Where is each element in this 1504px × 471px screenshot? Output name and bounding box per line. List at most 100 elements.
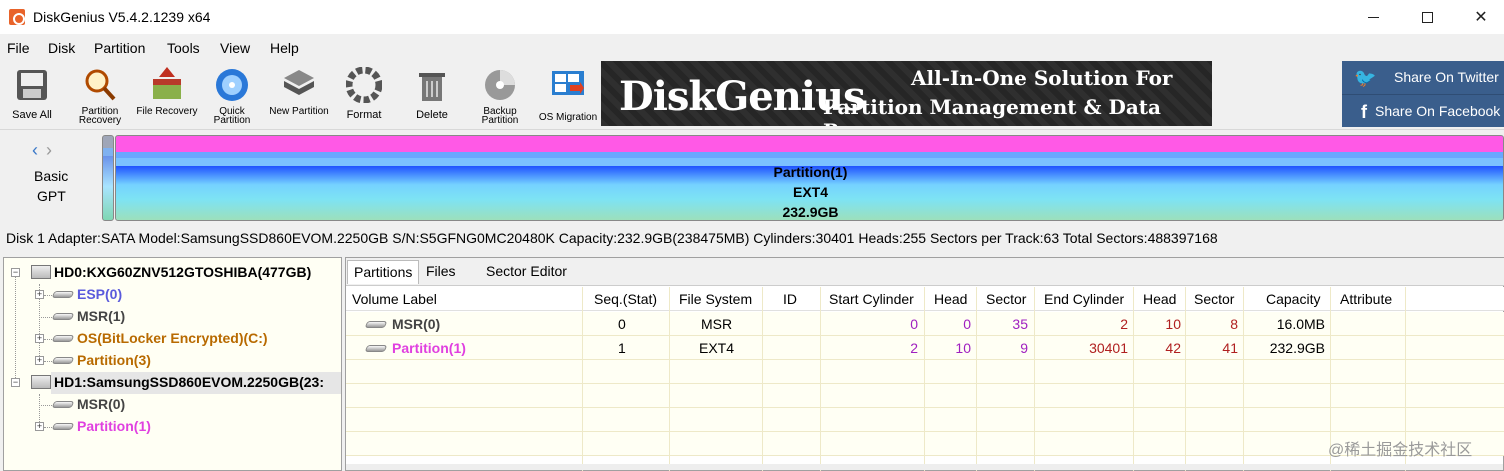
partition-block-name: Partition(1)	[773, 164, 848, 180]
expand-esp-icon[interactable]: +	[35, 290, 44, 299]
partition-recovery-button[interactable]: Partition Recovery	[68, 63, 132, 126]
disk-nav: ‹ ›	[32, 140, 52, 161]
minimize-icon	[1367, 16, 1379, 18]
quick-partition-icon	[216, 69, 248, 101]
delete-button[interactable]: Delete	[400, 63, 464, 125]
tree-hd1[interactable]: HD1:SamsungSSD860EVOM.2250GB(23:	[54, 374, 324, 390]
banner-tagline-2: Partition Management & Data Recovery	[823, 95, 1161, 126]
next-disk-icon[interactable]: ›	[46, 140, 52, 160]
col-start-cylinder[interactable]: Start Cylinder	[829, 291, 914, 307]
row-start-cylinder: 2	[910, 340, 918, 356]
menu-view[interactable]: View	[220, 40, 250, 56]
disk-map: ‹ › Basic GPT Partition(1) EXT4 232.9GB	[0, 129, 1504, 226]
menu-bar: File Disk Partition Tools View Help	[0, 37, 1504, 59]
menu-partition[interactable]: Partition	[94, 40, 145, 56]
col-end-cylinder[interactable]: End Cylinder	[1044, 291, 1124, 307]
twitter-icon: 🐦	[1354, 68, 1377, 88]
col-volume-label[interactable]: Volume Label	[352, 291, 437, 307]
partition-block[interactable]: Partition(1) EXT4 232.9GB	[115, 135, 1504, 221]
menu-tools[interactable]: Tools	[167, 40, 200, 56]
close-button[interactable]: ✕	[1454, 0, 1504, 34]
expand-partition3-icon[interactable]: +	[35, 356, 44, 365]
partition-icon	[364, 321, 388, 328]
tab-files[interactable]: Files	[420, 260, 462, 284]
tree-hd1-msr[interactable]: MSR(0)	[77, 396, 125, 412]
expand-hd1-partition1-icon[interactable]: +	[35, 422, 44, 431]
row-head: 10	[955, 340, 971, 356]
msr-partition-block[interactable]	[102, 135, 114, 221]
col-seq[interactable]: Seq.(Stat)	[594, 291, 657, 307]
file-recovery-icon	[153, 67, 181, 99]
save-all-icon	[17, 70, 47, 100]
partition-icon	[51, 313, 75, 320]
new-partition-icon	[284, 70, 314, 95]
tab-partitions[interactable]: Partitions	[347, 260, 420, 284]
col-capacity[interactable]: Capacity	[1266, 291, 1320, 307]
col-id[interactable]: ID	[783, 291, 797, 307]
share-twitter-label: Share On Twitter	[1394, 69, 1499, 85]
os-migration-button[interactable]: OS Migration	[536, 63, 600, 125]
tree-hd1-partition1[interactable]: Partition(1)	[77, 418, 151, 434]
quick-partition-button[interactable]: Quick Partition	[200, 63, 264, 126]
window-title: DiskGenius V5.4.2.1239 x64	[33, 9, 211, 25]
facebook-icon: f	[1361, 102, 1367, 122]
partition-icon	[51, 357, 75, 364]
prev-disk-icon[interactable]: ‹	[32, 140, 38, 160]
col-attribute[interactable]: Attribute	[1340, 291, 1392, 307]
new-partition-button[interactable]: New Partition	[267, 63, 331, 125]
menu-help[interactable]: Help	[270, 40, 299, 56]
minimize-button[interactable]	[1346, 0, 1400, 34]
tab-sector-editor[interactable]: Sector Editor	[480, 260, 573, 284]
expand-os-icon[interactable]: +	[35, 334, 44, 343]
partition-icon	[364, 345, 388, 352]
row-label: Partition(1)	[392, 340, 466, 356]
menu-file[interactable]: File	[7, 40, 30, 56]
partition-icon	[51, 335, 75, 342]
partition-style: GPT	[37, 188, 66, 204]
title-bar: DiskGenius V5.4.2.1239 x64 ✕	[0, 0, 1504, 34]
row-fs: EXT4	[699, 340, 735, 356]
collapse-hd0-icon[interactable]: −	[11, 268, 20, 277]
close-icon: ✕	[1474, 9, 1488, 26]
col-sector[interactable]: Sector	[986, 291, 1026, 307]
menu-disk[interactable]: Disk	[48, 40, 75, 56]
row-sector: 9	[1020, 340, 1028, 356]
row-capacity: 232.9GB	[1269, 340, 1325, 356]
promo-banner[interactable]: DiskGenius All-In-One Solution For Parti…	[601, 61, 1212, 126]
partition-icon	[51, 423, 75, 430]
save-all-label: Save All	[12, 109, 52, 121]
col-end-sector[interactable]: Sector	[1194, 291, 1234, 307]
row-sector: 35	[1012, 316, 1028, 332]
share-twitter-button[interactable]: 🐦 Share On Twitter	[1342, 61, 1504, 94]
backup-partition-label: Backup Partition	[481, 106, 519, 126]
maximize-icon	[1421, 11, 1433, 23]
col-head[interactable]: Head	[934, 291, 967, 307]
tree-hd0-os[interactable]: OS(BitLocker Encrypted)(C:)	[77, 330, 268, 346]
row-end-head: 10	[1165, 316, 1181, 332]
horizontal-scrollbar[interactable]	[346, 464, 1503, 470]
disk-tree: − HD0:KXG60ZNV512GTOSHIBA(477GB) + ESP(0…	[3, 257, 342, 471]
col-end-head[interactable]: Head	[1143, 291, 1176, 307]
partition-block-fs: EXT4	[792, 184, 828, 200]
tree-hd0-partition3[interactable]: Partition(3)	[77, 352, 151, 368]
share-facebook-button[interactable]: f Share On Facebook	[1342, 94, 1504, 127]
tree-hd0-msr[interactable]: MSR(1)	[77, 308, 125, 324]
maximize-button[interactable]	[1400, 0, 1454, 34]
tree-hd0-esp[interactable]: ESP(0)	[77, 286, 122, 302]
file-recovery-button[interactable]: File Recovery	[135, 63, 199, 125]
col-file-system[interactable]: File System	[679, 291, 752, 307]
watermark: @稀土掘金技术社区	[1328, 442, 1473, 459]
collapse-hd1-icon[interactable]: −	[11, 378, 20, 387]
row-end-sector: 8	[1230, 316, 1238, 332]
tree-hd0[interactable]: HD0:KXG60ZNV512GTOSHIBA(477GB)	[54, 264, 311, 280]
row-end-cylinder: 2	[1120, 316, 1128, 332]
delete-label: Delete	[416, 109, 448, 121]
disk-type: Basic	[34, 168, 69, 184]
save-all-button[interactable]: Save All	[0, 63, 64, 125]
partition-block-size: 232.9GB	[782, 204, 839, 220]
partition-icon	[51, 401, 75, 408]
os-migration-label: OS Migration	[538, 112, 598, 123]
backup-partition-button[interactable]: Backup Partition	[468, 63, 532, 126]
format-button[interactable]: Format	[332, 63, 396, 125]
row-seq: 1	[618, 340, 626, 356]
